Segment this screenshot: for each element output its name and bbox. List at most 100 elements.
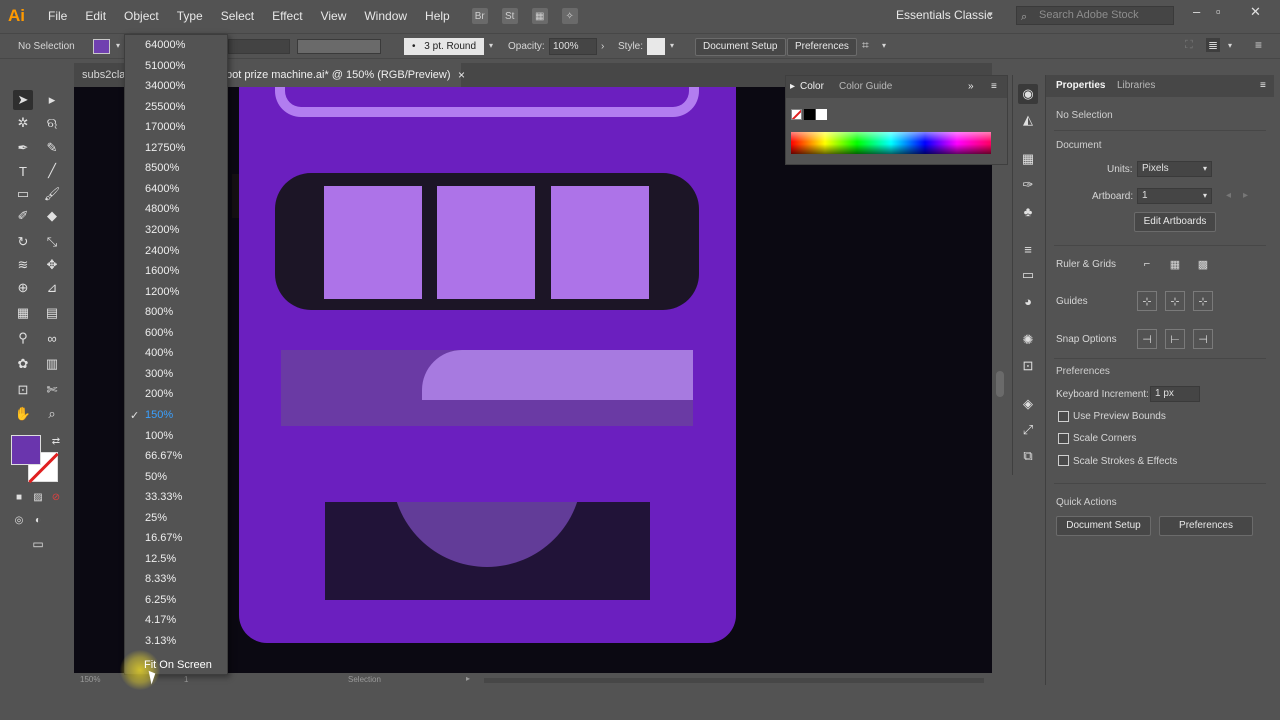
stock-icon[interactable]: St	[501, 8, 518, 24]
selection-tool-icon[interactable]: ➤	[13, 90, 33, 110]
smart-guides-icon[interactable]: ⊹	[1193, 291, 1213, 311]
zoom-option[interactable]: 51000%	[145, 60, 185, 72]
zoom-option[interactable]: 25500%	[145, 101, 185, 113]
tab-color[interactable]: Color	[800, 81, 824, 92]
slice-tool-icon[interactable]: ✄	[42, 380, 62, 400]
zoom-option[interactable]: 50%	[145, 471, 167, 483]
none-swatch[interactable]	[791, 109, 802, 120]
status-artboard[interactable]: 1	[184, 675, 188, 684]
shape-builder-tool-icon[interactable]: ⊕	[13, 278, 33, 298]
menu-type[interactable]: Type	[177, 9, 203, 23]
pen-tool-icon[interactable]: ✒	[13, 138, 33, 158]
brush-definition-dropdown[interactable]: • 3 pt. Round	[404, 38, 484, 55]
symbol-sprayer-tool-icon[interactable]: ✿	[13, 354, 33, 374]
graphic-style-swatch[interactable]	[647, 38, 665, 55]
variable-width-profile[interactable]	[297, 39, 381, 54]
zoom-option[interactable]: 25%	[145, 512, 167, 524]
gradient-tool-icon[interactable]: ▤	[42, 303, 62, 323]
eyedropper-tool-icon[interactable]: ⚲	[13, 328, 33, 348]
transparency-icon[interactable]: ◕	[1018, 291, 1038, 311]
stroke-icon[interactable]: ≡	[1018, 239, 1038, 259]
panel-menu-icon[interactable]: ≡	[991, 81, 997, 92]
scale-corners-checkbox[interactable]	[1058, 433, 1069, 444]
recolor-icon[interactable]: ◉	[1018, 84, 1038, 104]
zoom-option[interactable]: 33.33%	[145, 491, 182, 503]
zoom-option[interactable]: 8500%	[145, 162, 179, 174]
prev-artboard-icon[interactable]: ◂	[1226, 190, 1231, 201]
rectangle-tool-icon[interactable]: ▭	[13, 184, 33, 204]
draw-behind-icon[interactable]: ◐	[28, 510, 48, 530]
zoom-option[interactable]: 1200%	[145, 286, 179, 298]
shaper-tool-icon[interactable]: ✐	[13, 206, 33, 226]
control-bar-menu-icon[interactable]: ≡	[1255, 38, 1262, 52]
use-preview-bounds-checkbox[interactable]	[1058, 411, 1069, 422]
prize-tray[interactable]	[325, 502, 650, 600]
preferences-button[interactable]: Preferences	[787, 38, 857, 56]
properties-menu-icon[interactable]: ≡	[1260, 80, 1266, 91]
menu-help[interactable]: Help	[425, 9, 450, 23]
column-graph-tool-icon[interactable]: ▥	[42, 354, 62, 374]
align-chevron-icon[interactable]: ▾	[1228, 41, 1232, 50]
snap-to-grid-icon[interactable]: ⊢	[1165, 329, 1185, 349]
workspace-switcher[interactable]: Essentials Classic	[896, 8, 993, 22]
prize-tray-dome[interactable]	[392, 502, 582, 567]
black-swatch[interactable]	[804, 109, 815, 120]
artboards-icon[interactable]: ⊡	[1018, 356, 1038, 376]
swap-fill-stroke-icon[interactable]: ⇄	[46, 431, 66, 451]
pathfinder-icon[interactable]: ⧉	[1018, 446, 1038, 466]
align-icon[interactable]: ▦	[1018, 149, 1038, 169]
machine-top-frame[interactable]	[275, 87, 699, 117]
eraser-tool-icon[interactable]: ◆	[42, 206, 62, 226]
arrange-documents-icon[interactable]: ▦	[531, 8, 548, 24]
transparency-grid-icon[interactable]: ▩	[1193, 254, 1213, 274]
snap-to-point-icon[interactable]: ⊣	[1137, 329, 1157, 349]
transform-panel-icon[interactable]: ⤢	[1018, 420, 1038, 440]
bridge-icon[interactable]: Br	[471, 8, 488, 24]
zoom-option[interactable]: 3200%	[145, 224, 179, 236]
asset-export-icon[interactable]: ✺	[1018, 330, 1038, 350]
paintbrush-tool-icon[interactable]: 🖌	[42, 184, 62, 204]
doc-tab-subs[interactable]: subs2cla	[82, 63, 125, 87]
horizontal-scrollbar[interactable]	[484, 678, 984, 683]
artboard-dropdown[interactable]: 1 ▾	[1137, 188, 1212, 204]
tab-properties[interactable]: Properties	[1056, 80, 1105, 91]
zoom-option[interactable]: 17000%	[145, 121, 185, 133]
fill-chevron-icon[interactable]: ▾	[116, 41, 120, 50]
zoom-option[interactable]: 400%	[145, 347, 173, 359]
blend-tool-icon[interactable]: ∞	[42, 328, 62, 348]
menu-select[interactable]: Select	[221, 9, 254, 23]
doc-tab-prize-machine[interactable]: pot prize machine.ai* @ 150% (RGB/Previe…	[216, 63, 461, 87]
collapse-chevron-icon[interactable]: ▸	[790, 81, 795, 92]
fill-swatch[interactable]	[93, 39, 110, 54]
vertical-scroll-thumb[interactable]	[996, 371, 1004, 397]
rotate-tool-icon[interactable]: ↻	[13, 232, 33, 252]
close-tab-icon[interactable]: ×	[458, 63, 465, 87]
mesh-tool-icon[interactable]: ▦	[13, 303, 33, 323]
workspace-chevron-icon[interactable]: ▾	[988, 9, 993, 20]
color-mode-icon[interactable]: ■	[9, 487, 29, 507]
fit-on-screen-option[interactable]: Fit On Screen	[144, 659, 212, 671]
status-tool[interactable]: Selection	[348, 675, 381, 684]
hand-tool-icon[interactable]: ✋	[13, 404, 33, 424]
white-swatch[interactable]	[816, 109, 827, 120]
align-panel-icon[interactable]: ≣	[1206, 38, 1221, 52]
curvature-tool-icon[interactable]: ✎	[42, 138, 62, 158]
menu-view[interactable]: View	[321, 9, 347, 23]
quick-document-setup-button[interactable]: Document Setup	[1056, 516, 1151, 536]
zoom-option[interactable]: 100%	[145, 430, 173, 442]
zoom-option[interactable]: 3.13%	[145, 635, 176, 647]
zoom-option[interactable]: 6400%	[145, 183, 179, 195]
menu-edit[interactable]: Edit	[85, 9, 106, 23]
menu-effect[interactable]: Effect	[272, 9, 302, 23]
zoom-option[interactable]: 600%	[145, 327, 173, 339]
direct-selection-tool-icon[interactable]: ▸	[42, 90, 62, 110]
color-spectrum[interactable]	[791, 132, 991, 154]
status-zoom[interactable]: 150%	[80, 675, 100, 684]
draw-mode-icon[interactable]: ◎	[9, 510, 29, 530]
rulers-icon[interactable]: ⌐	[1137, 254, 1157, 274]
menu-file[interactable]: File	[48, 9, 67, 23]
zoom-option[interactable]: 4800%	[145, 203, 179, 215]
none-mode-icon[interactable]: ⊘	[46, 487, 66, 507]
free-transform-tool-icon[interactable]: ✥	[42, 255, 62, 275]
symbols-icon[interactable]: ♣	[1018, 201, 1038, 221]
